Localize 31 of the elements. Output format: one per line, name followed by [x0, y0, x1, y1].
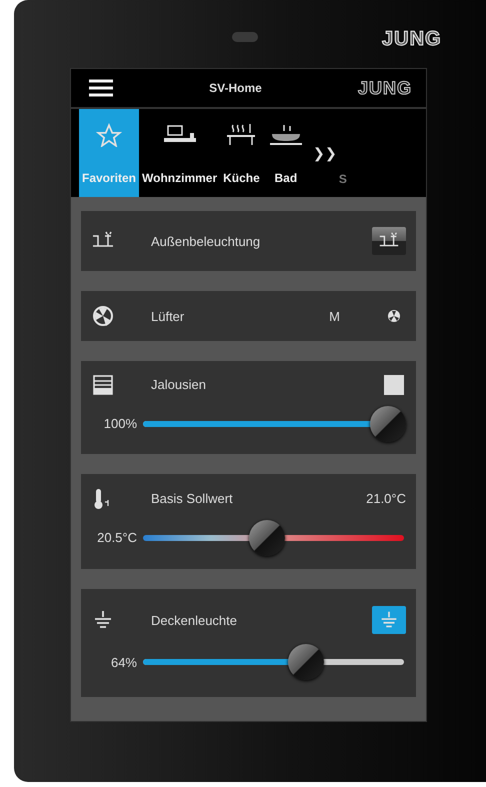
room-tab[interactable]: Wohnzimmer	[139, 109, 220, 197]
sensor-light	[232, 32, 258, 42]
slider-thumb[interactable]	[370, 406, 406, 442]
room-tab-label[interactable]: S	[338, 172, 347, 186]
slider[interactable]	[141, 644, 406, 680]
fan-mode: M	[329, 308, 340, 324]
fan-icon	[91, 305, 115, 327]
app-title: SV-Home	[209, 81, 262, 95]
setpoint-value: 21.0°C	[366, 491, 406, 506]
room-tab[interactable]: Küche	[220, 109, 263, 197]
more-tabs-arrow[interactable]: ❯❯	[312, 145, 337, 161]
control-label: Jalousien	[151, 377, 207, 392]
brand-logo: JUNG	[382, 28, 442, 51]
room-tab[interactable]: Bad	[262, 109, 309, 197]
control-label: Außenbeleuchtung	[151, 234, 262, 248]
slider-reading: 100%	[102, 416, 137, 431]
light-toggle-button[interactable]	[372, 606, 406, 634]
slider[interactable]	[141, 406, 406, 442]
control-label: Lüfter	[151, 308, 186, 324]
star-icon	[96, 123, 122, 147]
light-toggle-button[interactable]	[372, 227, 406, 255]
blind-icon	[91, 374, 115, 396]
menu-icon[interactable]	[89, 79, 113, 97]
slider-reading: 20.5°C	[96, 530, 137, 545]
slider-reading: 64%	[110, 654, 137, 670]
slider[interactable]	[141, 520, 406, 556]
slider-thumb[interactable]	[288, 644, 324, 680]
brand-logo: JUNG	[358, 78, 412, 98]
control-label: Basis Sollwert	[151, 491, 234, 506]
control-label: Deckenleuchte	[151, 612, 238, 628]
slider-thumb[interactable]	[248, 520, 285, 556]
